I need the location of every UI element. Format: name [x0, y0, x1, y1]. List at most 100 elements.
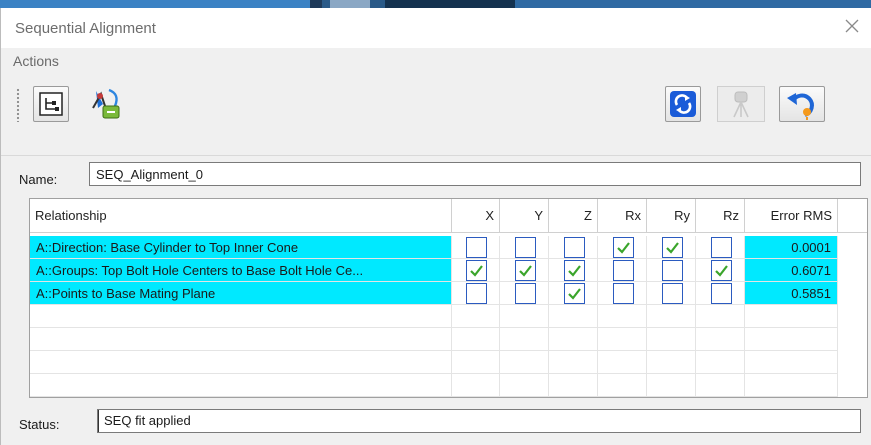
ry-cell — [647, 305, 696, 328]
checkmark-icon — [568, 288, 581, 300]
x-checkbox[interactable] — [466, 237, 487, 258]
x-cell — [452, 305, 500, 328]
checkmark-icon — [715, 265, 728, 277]
rz-cell — [696, 351, 745, 374]
toolbar — [1, 76, 871, 156]
rx-checkbox[interactable] — [613, 237, 634, 258]
tree-view-icon — [39, 92, 63, 116]
undo-button[interactable] — [779, 86, 825, 122]
status-field: SEQ fit applied — [97, 409, 861, 433]
header-rx[interactable]: Rx — [598, 199, 647, 233]
z-checkbox[interactable] — [564, 237, 585, 258]
error-rms-cell: 0.5851 — [745, 282, 838, 305]
fit-settings-button[interactable] — [89, 86, 125, 122]
table-row[interactable]: A::Direction: Base Cylinder to Top Inner… — [30, 236, 867, 259]
refresh-button[interactable] — [665, 86, 701, 122]
rx-cell — [598, 328, 647, 351]
y-cell — [500, 305, 549, 328]
relationship-table: Relationship X Y Z Rx Ry Rz Error RMS A:… — [29, 198, 868, 398]
x-cell — [452, 328, 500, 351]
ry-cell — [647, 282, 696, 305]
x-cell — [452, 259, 500, 282]
error-rms-cell — [745, 305, 838, 328]
name-label: Name: — [19, 172, 58, 187]
close-button[interactable] — [841, 16, 863, 38]
z-checkbox[interactable] — [564, 260, 585, 281]
y-checkbox[interactable] — [515, 283, 536, 304]
name-input[interactable] — [89, 162, 861, 186]
checkmark-icon — [666, 242, 679, 254]
tree-view-button[interactable] — [33, 86, 69, 122]
menu-actions[interactable]: Actions — [13, 53, 59, 69]
y-cell — [500, 259, 549, 282]
rx-cell — [598, 351, 647, 374]
close-icon — [845, 19, 859, 33]
instrument-button[interactable] — [717, 86, 765, 122]
status-row: Status: SEQ fit applied — [1, 403, 871, 439]
y-checkbox[interactable] — [515, 260, 536, 281]
checkmark-icon — [519, 265, 532, 277]
ry-checkbox[interactable] — [662, 260, 683, 281]
header-x[interactable]: X — [452, 199, 500, 233]
rx-checkbox[interactable] — [613, 283, 634, 304]
table-row[interactable]: A::Groups: Top Bolt Hole Centers to Base… — [30, 259, 867, 282]
z-cell — [549, 351, 598, 374]
y-cell — [500, 374, 549, 397]
rz-checkbox[interactable] — [711, 283, 732, 304]
rx-cell — [598, 259, 647, 282]
name-row: Name: — [1, 156, 871, 192]
ry-cell — [647, 236, 696, 259]
rz-cell — [696, 259, 745, 282]
rz-checkbox[interactable] — [711, 260, 732, 281]
x-cell — [452, 374, 500, 397]
header-relationship[interactable]: Relationship — [30, 199, 452, 233]
relationship-cell — [30, 305, 452, 328]
relationship-cell — [30, 374, 452, 397]
ry-cell — [647, 374, 696, 397]
relationship-cell[interactable]: A::Groups: Top Bolt Hole Centers to Base… — [30, 259, 452, 282]
y-checkbox[interactable] — [515, 237, 536, 258]
x-checkbox[interactable] — [466, 260, 487, 281]
background-window-strip — [0, 0, 871, 8]
x-checkbox[interactable] — [466, 283, 487, 304]
table-row-empty — [30, 351, 867, 374]
rz-cell — [696, 305, 745, 328]
relationship-cell[interactable]: A::Direction: Base Cylinder to Top Inner… — [30, 236, 452, 259]
error-rms-cell — [745, 374, 838, 397]
status-label: Status: — [19, 417, 60, 432]
z-cell — [549, 305, 598, 328]
rz-cell — [696, 374, 745, 397]
table-row[interactable]: A::Points to Base Mating Plane 0.5851 — [30, 282, 867, 305]
relationship-cell — [30, 328, 452, 351]
ry-checkbox[interactable] — [662, 237, 683, 258]
header-z[interactable]: Z — [549, 199, 598, 233]
instrument-icon — [733, 91, 749, 118]
checkmark-icon — [617, 242, 630, 254]
checkmark-icon — [470, 265, 483, 277]
rz-cell — [696, 328, 745, 351]
x-cell — [452, 282, 500, 305]
z-checkbox[interactable] — [564, 283, 585, 304]
table-row-empty — [30, 328, 867, 351]
y-cell — [500, 328, 549, 351]
relationship-cell[interactable]: A::Points to Base Mating Plane — [30, 282, 452, 305]
toolbar-grip[interactable] — [16, 88, 20, 122]
window-title: Sequential Alignment — [15, 20, 156, 37]
rx-cell — [598, 374, 647, 397]
header-ry[interactable]: Ry — [647, 199, 696, 233]
ry-checkbox[interactable] — [662, 283, 683, 304]
z-cell — [549, 236, 598, 259]
rz-checkbox[interactable] — [711, 237, 732, 258]
fit-settings-icon — [92, 88, 120, 119]
ry-cell — [647, 259, 696, 282]
z-cell — [549, 374, 598, 397]
header-y[interactable]: Y — [500, 199, 549, 233]
error-rms-cell — [745, 351, 838, 374]
header-rz[interactable]: Rz — [696, 199, 745, 233]
relationship-cell — [30, 351, 452, 374]
y-cell — [500, 236, 549, 259]
menu-bar: Actions — [1, 48, 871, 76]
rx-cell — [598, 282, 647, 305]
header-error-rms[interactable]: Error RMS — [745, 199, 838, 233]
rx-checkbox[interactable] — [613, 260, 634, 281]
